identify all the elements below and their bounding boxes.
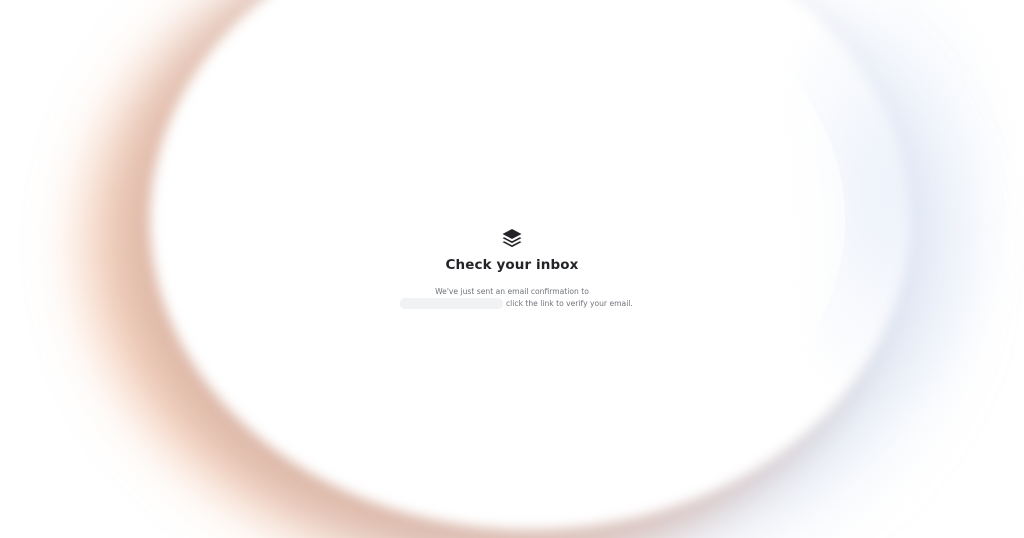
stack-layers-icon	[502, 229, 522, 248]
confirmation-message: We've just sent an email confirmation to	[435, 287, 589, 296]
confirmation-content: Check your inbox We've just sent an emai…	[0, 0, 1024, 538]
page-title: Check your inbox	[445, 257, 579, 273]
confirmation-page: Check your inbox We've just sent an emai…	[0, 0, 1024, 538]
redacted-email	[400, 297, 503, 309]
verify-instruction: click the link to verify your email.	[506, 298, 633, 308]
confirmation-message-line2: click the link to verify your email.	[400, 297, 633, 309]
